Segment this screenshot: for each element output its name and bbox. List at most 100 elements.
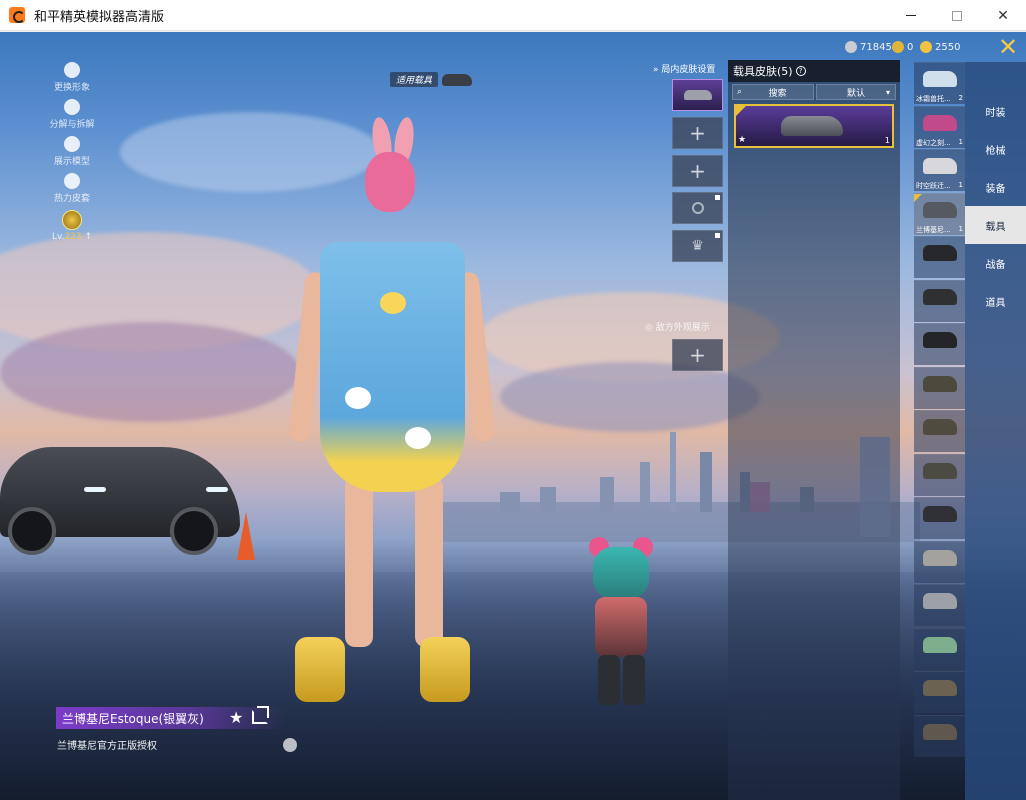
license-text: 兰博基尼官方正版授权 — [57, 741, 157, 752]
duck-pattern — [345, 387, 371, 409]
player-character[interactable] — [285, 115, 496, 737]
vehicle-list-item[interactable] — [914, 410, 965, 452]
level-label: Lv.223 ↑ — [51, 232, 93, 242]
lock-dot — [715, 195, 720, 200]
skin-slot-add[interactable]: + — [672, 155, 723, 187]
app-logo-icon — [9, 7, 25, 23]
vehicle-list-item[interactable]: 时空跃迁... 1 — [914, 149, 965, 191]
vehicle-list-item[interactable] — [914, 497, 965, 539]
skin-search-input[interactable]: ⌕ 搜索 — [732, 84, 814, 100]
search-label: 搜索 — [768, 88, 787, 99]
vehicle-list-item[interactable] — [914, 279, 965, 322]
window-titlebar: 和平精英模拟器高清版 ✕ — [0, 0, 1026, 31]
vehicle-count: 1 — [958, 181, 963, 189]
vehicle-name: 兰博基尼... — [916, 225, 951, 234]
category-tab[interactable]: 道具 — [965, 282, 1026, 320]
vehicle-list-item[interactable] — [914, 323, 965, 365]
window-title: 和平精英模拟器高清版 — [34, 9, 165, 25]
duck-pattern — [380, 292, 406, 314]
car-headlight — [84, 487, 106, 492]
vehicle-list-item[interactable] — [914, 671, 965, 713]
vehicle-thumbnail — [923, 680, 957, 696]
skin-name: 兰博基尼Estoque(银翼灰) — [62, 711, 204, 726]
gold-token-icon — [892, 41, 904, 53]
vehicle-thumbnail — [923, 419, 957, 435]
minimize-button[interactable] — [888, 0, 934, 31]
vehicle-list-item[interactable] — [914, 366, 965, 409]
change-appearance-button[interactable]: 更换形象 — [40, 62, 104, 93]
minimize-icon — [906, 15, 916, 16]
vehicle-count: 1 — [958, 224, 963, 233]
skin-settings-title-text: 局内皮肤设置 — [661, 65, 716, 75]
tool-label: 展示模型 — [53, 157, 90, 167]
character-leg — [345, 477, 373, 647]
enemy-skin-slot-add[interactable]: + — [672, 339, 723, 371]
vehicle-list-item[interactable] — [914, 540, 965, 583]
vehicle-list-item[interactable]: 虚幻之刻... 1 — [914, 105, 965, 148]
vehicle-list-item[interactable] — [914, 584, 965, 626]
bear-toy-figure[interactable] — [585, 537, 657, 707]
maximize-icon — [952, 10, 962, 21]
currency-value: 0 — [907, 41, 914, 53]
category-tab[interactable]: 载具 — [965, 206, 1026, 244]
bear-leg — [598, 655, 620, 705]
vehicle-thumbnail — [923, 593, 957, 609]
currency-shield-coin: 2550 — [920, 40, 960, 54]
category-tab[interactable]: 枪械 — [965, 130, 1026, 168]
level-badge-icon — [62, 210, 82, 230]
skin-slot-add[interactable]: + — [672, 117, 723, 149]
lamborghini-car-model[interactable] — [0, 427, 245, 562]
skin-slot-effect[interactable] — [672, 192, 723, 224]
level-badge-button[interactable]: Lv.223 ↑ — [40, 210, 104, 242]
new-corner-marker — [736, 106, 746, 116]
level-prefix: Lv. — [51, 232, 65, 242]
maximize-button[interactable] — [934, 0, 980, 31]
vehicle-skin-panel: 载具皮肤(5) ? ⌕ 搜索 默认 ▾ ★ 1 — [728, 60, 900, 800]
bear-body — [595, 597, 647, 657]
vehicle-thumbnail — [923, 245, 957, 261]
favorite-star-icon[interactable]: ★ — [738, 135, 746, 145]
category-tab[interactable]: 时装 — [965, 92, 1026, 130]
vehicle-list-item[interactable]: 冰霜兽托... 2 — [914, 62, 965, 104]
person-icon — [64, 62, 80, 78]
wrench-icon[interactable] — [283, 738, 297, 752]
vehicle-list-item[interactable]: 兰博基尼... 1 — [914, 192, 965, 235]
vehicle-list-item[interactable] — [914, 714, 965, 757]
tool-label: 分解与拆解 — [49, 120, 95, 130]
share-icon[interactable] — [252, 710, 268, 724]
favorite-star-icon[interactable]: ★ — [229, 707, 243, 729]
skin-slot-vehicle[interactable] — [672, 79, 723, 111]
vehicle-thumbnail — [923, 114, 957, 131]
character-mask — [365, 152, 415, 212]
currency-gold-token: 0 — [892, 40, 913, 54]
category-tab[interactable]: 装备 — [965, 168, 1026, 206]
decompose-button[interactable]: 分解与拆解 — [40, 99, 104, 130]
heat-skin-button[interactable]: 热力皮套 — [40, 173, 104, 204]
lamborghini-thumbnail — [781, 116, 843, 136]
sort-dropdown[interactable]: 默认 ▾ — [816, 84, 896, 100]
close-panel-button[interactable]: ✕ — [995, 34, 1021, 60]
vehicle-count: 1 — [958, 137, 963, 146]
vehicle-skin-toolbar: ⌕ 搜索 默认 ▾ — [732, 84, 896, 100]
display-model-button[interactable]: 展示模型 — [40, 136, 104, 167]
vehicle-list-item[interactable] — [914, 627, 965, 670]
skin-name-banner: 兰博基尼Estoque(银翼灰) — [56, 707, 284, 729]
shield-coin-icon — [920, 41, 932, 53]
help-icon[interactable]: ? — [795, 66, 806, 76]
vehicle-name: 时空跃迁... — [916, 182, 951, 190]
vehicle-skin-card-selected[interactable]: ★ 1 — [734, 104, 894, 148]
category-tab[interactable]: 战备 — [965, 244, 1026, 282]
skin-slot-crown[interactable]: ♛ — [672, 230, 723, 262]
enemy-display-title: ◎ 敌方外观展示 — [645, 323, 710, 333]
vehicle-count: 2 — [958, 94, 963, 102]
crown-icon: ♛ — [691, 238, 704, 254]
currency-value: 71845 — [860, 41, 892, 53]
currency-silver: 71845 — [845, 40, 892, 54]
car-wheel — [8, 507, 56, 555]
vehicle-list-item[interactable] — [914, 236, 965, 278]
character-dress — [320, 242, 465, 492]
chevron-down-icon: ▾ — [885, 87, 890, 97]
vehicle-name: 虚幻之刻... — [916, 138, 951, 147]
vehicle-list-item[interactable] — [914, 453, 965, 496]
close-window-button[interactable]: ✕ — [980, 0, 1026, 31]
